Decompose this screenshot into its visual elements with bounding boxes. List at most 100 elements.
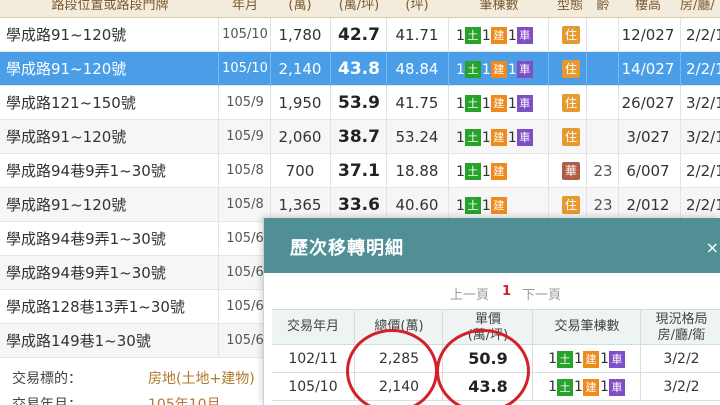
building-count: 1 — [574, 379, 583, 395]
prev-page-link[interactable]: 上一頁 — [450, 284, 489, 303]
column-divider — [548, 86, 549, 120]
table-row[interactable]: 學成路91~120號 105/9 2,060 38.7 53.24 3/027 3/2/1 1… — [0, 120, 720, 154]
row-address: 學成路121~150號 — [6, 94, 136, 112]
row-address: 學成路149巷1~30號 — [6, 332, 151, 350]
row-count: 1土1建1車 — [456, 18, 542, 52]
column-divider — [586, 52, 587, 86]
type-badge: 華 — [562, 162, 580, 180]
col-address: 路段位置或路段門牌 — [51, 0, 169, 13]
table-row[interactable]: 學成路94巷9弄1~30號 105/8 700 37.1 18.88 23 6/007 2/2… — [0, 154, 720, 188]
table-row[interactable]: 學成路91~120號 105/10 2,140 43.8 48.84 14/027 2/2/… — [0, 52, 720, 86]
table-row[interactable]: 學成路121~150號 105/9 1,950 53.9 41.75 26/027 3/2/… — [0, 86, 720, 120]
row-age: 23 — [593, 196, 613, 214]
building-icon: 建 — [490, 197, 507, 214]
column-divider — [386, 154, 387, 188]
building-count: 1 — [481, 95, 491, 112]
column-divider — [618, 154, 619, 188]
building-icon: 建 — [490, 61, 507, 78]
land-count: 1 — [456, 27, 465, 44]
column-divider — [618, 86, 619, 120]
row-unit-price: 53.9 — [338, 93, 380, 113]
car-icon: 車 — [608, 350, 625, 368]
column-divider — [330, 86, 331, 120]
table-row[interactable]: 學成路91~120號 105/8 1,365 33.6 40.60 23 2/012 2/2/… — [0, 188, 720, 222]
table-header: 路段位置或路段門牌 年月 (萬) (萬/坪) (坪) 筆棟數 型態 齡 樓高 房… — [0, 0, 720, 18]
col-total: (萬) — [288, 0, 312, 13]
land-count: 1 — [456, 163, 465, 180]
row-floor: 14/027 — [621, 60, 675, 78]
row-age — [590, 86, 616, 120]
column-divider — [618, 18, 619, 52]
column-divider — [448, 86, 449, 120]
column-divider — [680, 188, 681, 222]
next-page-link[interactable]: 下一頁 — [522, 284, 561, 303]
building-count: 1 — [481, 163, 491, 180]
row-layout: 2/2/1 — [686, 60, 720, 78]
col-floor: 樓高 — [634, 0, 661, 13]
land-icon: 土 — [464, 197, 481, 214]
column-divider — [548, 154, 549, 188]
row-year-month: 105/9 — [226, 95, 264, 110]
row-year-month: 105/10 — [222, 27, 268, 42]
column-divider — [618, 52, 619, 86]
history-layout: 3/2/2 — [663, 379, 700, 395]
dialog-title: 歷次移轉明細 — [290, 238, 404, 259]
building-count: 1 — [481, 197, 491, 214]
hdr-layout-top: 現況格局 — [655, 312, 708, 327]
land-count: 1 — [456, 61, 465, 78]
car-count: 1 — [599, 351, 609, 367]
column-divider — [586, 86, 587, 120]
car-icon: 車 — [516, 129, 533, 146]
row-count: 1土1建 — [456, 188, 542, 222]
row-unit-price: 38.7 — [338, 127, 380, 147]
building-count: 1 — [481, 27, 491, 44]
row-layout: 2/2/1 — [686, 162, 720, 180]
column-divider — [618, 120, 619, 154]
land-count: 1 — [548, 379, 558, 395]
column-divider — [218, 188, 219, 222]
col-area: (坪) — [405, 0, 429, 13]
column-divider — [586, 120, 587, 154]
car-icon: 車 — [516, 95, 533, 112]
column-divider — [330, 154, 331, 188]
row-count: 1土1建 — [456, 154, 542, 188]
row-age — [590, 18, 616, 52]
row-address: 學成路91~120號 — [6, 26, 127, 44]
close-icon[interactable]: × — [706, 238, 719, 257]
column-divider — [448, 154, 449, 188]
col-year-month: 年月 — [231, 0, 258, 13]
row-address: 學成路128巷13弄1~30號 — [6, 298, 185, 316]
hdr-unit-top: 單價 — [474, 312, 501, 327]
target-value: 房地(土地+建物) — [148, 371, 255, 387]
column-divider — [218, 18, 219, 52]
column-divider — [386, 188, 387, 222]
row-address: 學成路94巷9弄1~30號 — [6, 230, 166, 248]
land-count: 1 — [456, 95, 465, 112]
row-age — [590, 52, 616, 86]
transaction-details: 交易標的： 房地(土地+建物) 交易年月： 105年10月 — [0, 358, 262, 405]
column-divider — [270, 120, 271, 154]
hdr-layout-bottom: 房/廳/衛 — [657, 328, 706, 343]
car-count: 1 — [599, 379, 609, 395]
row-count: 1土1建1車 — [456, 120, 542, 154]
column-divider — [548, 120, 549, 154]
column-divider — [330, 52, 331, 86]
building-icon: 建 — [490, 129, 507, 146]
row-unit-price: 33.6 — [338, 195, 380, 215]
row-address: 學成路94巷9弄1~30號 — [6, 162, 166, 180]
row-year-month: 105/8 — [226, 163, 264, 178]
table-row[interactable]: 學成路91~120號 105/10 1,780 42.7 41.71 12/027 2/2/… — [0, 18, 720, 52]
type-badge: 住 — [562, 128, 580, 146]
column-divider — [270, 188, 271, 222]
building-count: 1 — [481, 129, 491, 146]
column-divider — [548, 18, 549, 52]
column-divider — [270, 18, 271, 52]
row-count: 1土1建1車 — [456, 86, 542, 120]
hdr-count: 交易筆棟數 — [554, 319, 620, 334]
row-address: 學成路91~120號 — [6, 60, 127, 78]
history-layout: 3/2/2 — [663, 351, 700, 367]
current-page: 1 — [502, 284, 512, 299]
row-unit-price: 37.1 — [338, 161, 380, 181]
row-unit-price: 43.8 — [338, 59, 380, 79]
col-type: 型態 — [556, 0, 583, 13]
